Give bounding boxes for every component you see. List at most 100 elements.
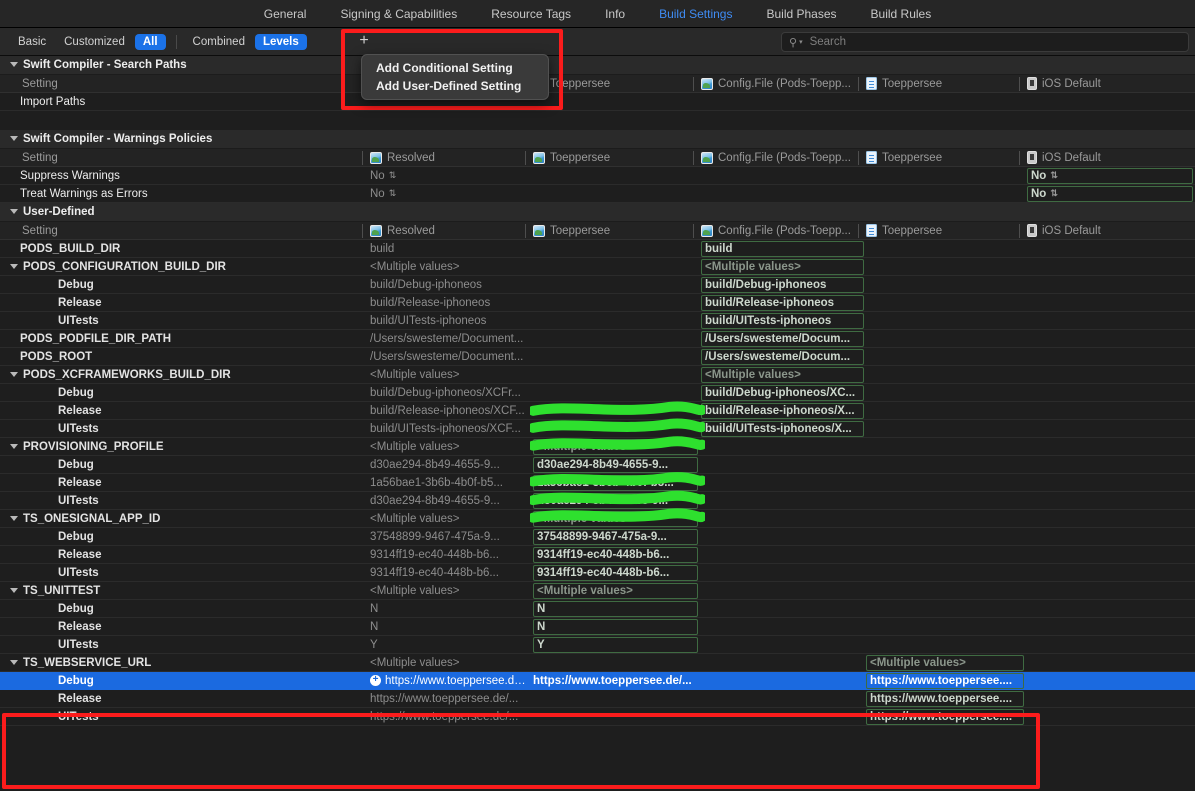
- stepper-icon[interactable]: ⇅: [1050, 170, 1057, 181]
- value-box[interactable]: Y: [533, 637, 698, 653]
- disclosure-triangle-icon[interactable]: [10, 588, 18, 593]
- column-header-toeppersee[interactable]: Toeppersee: [533, 149, 698, 166]
- value-cell-col1[interactable]: N: [533, 600, 698, 617]
- value-cell-col2[interactable]: build/Release-iphoneos: [701, 294, 864, 311]
- value-cell-col1[interactable]: https://www.toeppersee.de/...: [533, 672, 698, 689]
- value-box[interactable]: https://www.toeppersee....: [866, 709, 1024, 725]
- table-row[interactable]: Release N N: [0, 618, 1195, 636]
- add-value-icon[interactable]: +: [370, 675, 381, 686]
- value-box[interactable]: build/Debug-iphoneos: [701, 277, 864, 293]
- value-cell-col0[interactable]: No ⇅: [370, 185, 530, 202]
- value-cell-col0[interactable]: 37548899-9467-475a-9...: [370, 528, 530, 545]
- value-cell-col2[interactable]: <Multiple values>: [701, 366, 864, 383]
- value-cell-col2[interactable]: /Users/swesteme/Docum...: [701, 330, 864, 347]
- table-row[interactable]: UITests d30ae294-8b49-4655-9... d30ae294-8…: [0, 492, 1195, 510]
- table-row[interactable]: Debug build/Debug-iphoneos/XCFr... build/D…: [0, 384, 1195, 402]
- value-cell-col2[interactable]: build/Debug-iphoneos/XC...: [701, 384, 864, 401]
- table-row[interactable]: TS_WEBSERVICE_URL <Multiple values> <Multi…: [0, 654, 1195, 672]
- value-box[interactable]: /Users/swesteme/Docum...: [701, 349, 864, 365]
- value-box[interactable]: N: [533, 601, 698, 617]
- value-cell-col1[interactable]: 9314ff19-ec40-448b-b6...: [533, 564, 698, 581]
- table-row[interactable]: Release 9314ff19-ec40-448b-b6... 9314ff19-…: [0, 546, 1195, 564]
- value-cell-col0[interactable]: https://www.toeppersee.de/...: [370, 708, 530, 725]
- table-row[interactable]: PODS_ROOT/Users/swesteme/Document.../Use…: [0, 348, 1195, 366]
- tab-general[interactable]: General: [264, 7, 307, 21]
- value-box[interactable]: <Multiple values>: [533, 439, 698, 455]
- mode-levels[interactable]: Levels: [255, 34, 307, 50]
- disclosure-triangle-icon[interactable]: [10, 444, 18, 449]
- table-row[interactable]: PODS_XCFRAMEWORKS_BUILD_DIR <Multiple val…: [0, 366, 1195, 384]
- table-row[interactable]: Treat Warnings as Errors No ⇅ No ⇅: [0, 185, 1195, 203]
- value-cell-col0[interactable]: build/Release-iphoneos: [370, 294, 530, 311]
- tab-info[interactable]: Info: [605, 7, 625, 21]
- table-row[interactable]: PODS_CONFIGURATION_BUILD_DIR <Multiple va…: [0, 258, 1195, 276]
- tab-signing-capabilities[interactable]: Signing & Capabilities: [340, 7, 457, 21]
- value-box[interactable]: build/UITests-iphoneos/X...: [701, 421, 864, 437]
- table-row[interactable]: Release build/Release-iphoneos/XCF... buil…: [0, 402, 1195, 420]
- table-row[interactable]: PROVISIONING_PROFILE <Multiple values> <Mu…: [0, 438, 1195, 456]
- value-cell-col0[interactable]: build/Debug-iphoneos/XCFr...: [370, 384, 530, 401]
- value-box[interactable]: build: [701, 241, 864, 257]
- filter-all[interactable]: All: [135, 34, 166, 50]
- value-box[interactable]: https://www.toeppersee....: [866, 691, 1024, 707]
- disclosure-triangle-icon[interactable]: [10, 372, 18, 377]
- column-header-ios-default[interactable]: iOS Default: [1027, 222, 1193, 239]
- column-header-toeppersee[interactable]: Toeppersee: [533, 222, 698, 239]
- value-box[interactable]: N: [533, 619, 698, 635]
- add-setting-menu[interactable]: Add Conditional Setting Add User-Defined …: [361, 54, 549, 100]
- column-header-config-file-pods-toepp[interactable]: Config.File (Pods-Toepp...: [701, 75, 864, 92]
- value-cell-col0[interactable]: 1a56bae1-3b6b-4b0f-b5...: [370, 474, 530, 491]
- value-box[interactable]: 37548899-9467-475a-9...: [533, 529, 698, 545]
- value-cell-col1[interactable]: <Multiple values>: [533, 438, 698, 455]
- value-cell-col0[interactable]: 9314ff19-ec40-448b-b6...: [370, 546, 530, 563]
- value-cell-col0[interactable]: build: [370, 240, 530, 257]
- value-box[interactable]: build/Release-iphoneos/X...: [701, 403, 864, 419]
- value-cell-col1[interactable]: 1a56bae1-3b6b-4b0f-b5...: [533, 474, 698, 491]
- table-row[interactable]: Debug d30ae294-8b49-4655-9... d30ae294-8b4…: [0, 456, 1195, 474]
- stepper-icon[interactable]: ⇅: [1050, 188, 1057, 199]
- value-cell-col1[interactable]: <Multiple values>: [533, 510, 698, 527]
- column-header-ios-default[interactable]: iOS Default: [1027, 149, 1193, 166]
- value-cell-col1[interactable]: d30ae294-8b49-4655-9...: [533, 492, 698, 509]
- tab-build-rules[interactable]: Build Rules: [871, 7, 932, 21]
- table-row[interactable]: PODS_BUILD_DIR build build: [0, 240, 1195, 258]
- value-cell-col1[interactable]: N: [533, 618, 698, 635]
- value-box[interactable]: d30ae294-8b49-4655-9...: [533, 457, 698, 473]
- menu-item-add-user-defined-setting[interactable]: Add User-Defined Setting: [362, 77, 548, 95]
- column-header-toeppersee[interactable]: Toeppersee: [866, 222, 1024, 239]
- value-cell-col0[interactable]: + https://www.toeppersee.de/...: [370, 672, 530, 689]
- value-box[interactable]: https://www.toeppersee....: [866, 673, 1024, 689]
- table-row[interactable]: UITests https://www.toeppersee.de/... http…: [0, 708, 1195, 726]
- disclosure-triangle-icon[interactable]: [10, 264, 18, 269]
- table-row[interactable]: Debug + https://www.toeppersee.de/... https…: [0, 672, 1195, 690]
- value-cell-col4[interactable]: No ⇅: [1027, 185, 1193, 202]
- value-cell-col2[interactable]: build/Release-iphoneos/X...: [701, 402, 864, 419]
- value-box[interactable]: <Multiple values>: [533, 511, 698, 527]
- column-header-config-file-pods-toepp[interactable]: Config.File (Pods-Toepp...: [701, 149, 864, 166]
- table-row[interactable]: TS_ONESIGNAL_APP_ID <Multiple values> <Mul…: [0, 510, 1195, 528]
- value-cell-col1[interactable]: Y: [533, 636, 698, 653]
- column-header-toeppersee[interactable]: Toeppersee: [866, 75, 1024, 92]
- value-box[interactable]: <Multiple values>: [701, 259, 864, 275]
- value-cell-col2[interactable]: build/Debug-iphoneos: [701, 276, 864, 293]
- value-cell-col0[interactable]: /Users/swesteme/Document...: [370, 330, 530, 347]
- value-box[interactable]: build/UITests-iphoneos: [701, 313, 864, 329]
- value-box[interactable]: /Users/swesteme/Docum...: [701, 331, 864, 347]
- value-box[interactable]: build/Debug-iphoneos/XC...: [701, 385, 864, 401]
- disclosure-triangle-icon[interactable]: [10, 660, 18, 665]
- value-cell-col1[interactable]: 9314ff19-ec40-448b-b6...: [533, 546, 698, 563]
- value-box[interactable]: build/Release-iphoneos: [701, 295, 864, 311]
- table-row[interactable]: Release 1a56bae1-3b6b-4b0f-b5... 1a56bae1-…: [0, 474, 1195, 492]
- disclosure-triangle-icon[interactable]: [10, 516, 18, 521]
- value-cell-col0[interactable]: d30ae294-8b49-4655-9...: [370, 492, 530, 509]
- value-cell-col0[interactable]: build/UITests-iphoneos: [370, 312, 530, 329]
- table-row[interactable]: UITests Y Y: [0, 636, 1195, 654]
- tab-build-settings[interactable]: Build Settings: [659, 7, 732, 21]
- value-cell-col0[interactable]: <Multiple values>: [370, 510, 530, 527]
- value-cell-col2[interactable]: build/UITests-iphoneos: [701, 312, 864, 329]
- value-cell-col2[interactable]: /Users/swesteme/Docum...: [701, 348, 864, 365]
- value-cell-col0[interactable]: /Users/swesteme/Document...: [370, 348, 530, 365]
- table-row[interactable]: Debug build/Debug-iphoneos build/Debug-iph…: [0, 276, 1195, 294]
- table-row[interactable]: UITests build/UITests-iphoneos/XCF... buil…: [0, 420, 1195, 438]
- section-header-swift-compiler-warnings-policies[interactable]: Swift Compiler - Warnings Policies: [0, 130, 1195, 149]
